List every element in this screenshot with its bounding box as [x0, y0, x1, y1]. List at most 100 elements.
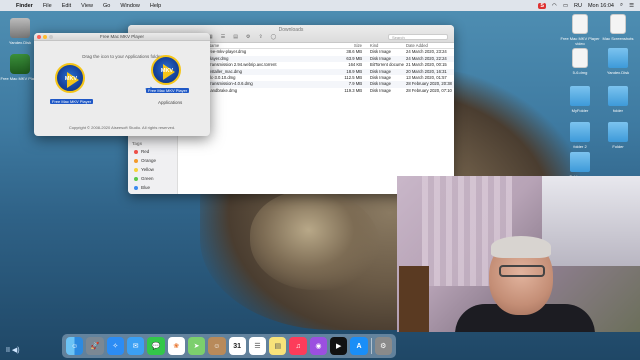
share-icon[interactable]: ⇪ [258, 34, 262, 40]
tag-dot-icon [134, 185, 138, 190]
close-icon[interactable] [37, 35, 41, 39]
desktop-icon-label: folder [612, 108, 623, 113]
control-center-icon[interactable]: ☰ [629, 3, 634, 9]
dialog-titlebar[interactable]: Free Mac MKV Player [34, 33, 210, 41]
search-input[interactable]: Search [388, 34, 448, 40]
action-gear-icon[interactable]: ⚙ [246, 34, 250, 40]
menu-item-go[interactable]: Go [103, 3, 110, 9]
view-list-icon[interactable]: ☰ [221, 34, 225, 40]
clock[interactable]: Mon 16:04 [588, 3, 614, 9]
desktop-icon-file[interactable]: Free Mac MKV Player video [560, 14, 600, 46]
column-header-kind[interactable]: Kind [366, 43, 404, 48]
tag-dot-icon [134, 158, 138, 163]
menu-item-edit[interactable]: Edit [62, 3, 71, 9]
app-badge: MKV [64, 76, 78, 82]
tag-dot-icon [134, 176, 138, 181]
tag-dot-icon [134, 167, 138, 172]
search-placeholder: Search [392, 35, 405, 40]
app-icon [10, 54, 30, 74]
dock-messages-icon[interactable]: 💬 [147, 337, 165, 355]
finder-toolbar: ▦ ☰ ▤ ⚙ ⇪ ◯ Search [208, 34, 448, 40]
dock-settings-icon[interactable]: ⚙ [374, 337, 392, 355]
folder-icon [570, 122, 590, 142]
menu-app-name[interactable]: Finder [16, 3, 33, 9]
dock-notes-icon[interactable]: ▤ [269, 337, 287, 355]
tag-orange[interactable]: Orange [134, 158, 156, 163]
column-header-date[interactable]: Date Added [404, 43, 454, 48]
dock: ☺ 🚀 ✧ ✉ 💬 ❀ ➤ ☺ 31 ☰ ▤ ♫ ◉ ▶ A ⚙ [62, 334, 396, 358]
minimize-icon[interactable] [43, 35, 47, 39]
folder-icon [570, 152, 590, 172]
cell-date: 28 February 2020, 07:10 [406, 87, 452, 93]
menu-item-view[interactable]: View [81, 3, 93, 9]
tag-green[interactable]: Green [134, 176, 154, 181]
column-header-size[interactable]: Size [334, 43, 366, 48]
drive-icon [10, 18, 30, 38]
dock-maps-icon[interactable]: ➤ [187, 337, 206, 355]
menu-item-help[interactable]: Help [150, 3, 161, 9]
dock-app-store-icon[interactable]: A [350, 337, 368, 355]
status-badge[interactable]: S [538, 2, 546, 9]
tag-blue[interactable]: Blue [134, 185, 150, 190]
menu-bar: Finder File Edit View Go Window Help S ◠… [0, 0, 640, 11]
desktop-icon-file[interactable]: 5-6.dmg [560, 48, 600, 75]
desktop-icon-folder[interactable]: Yandex.Disk [598, 48, 638, 75]
menu-status-area: S ◠ ▭ RU Mon 16:04 ⌕ ☰ [538, 2, 634, 9]
window-controls [37, 35, 53, 39]
battery-icon[interactable]: ▭ [563, 3, 568, 9]
desktop-icon-label: Mac Screenshots [602, 36, 634, 41]
applications-label: Applications [158, 100, 183, 105]
copyright-text: Copyright © 2008-2020 Aiseesoft Studio. … [68, 125, 176, 130]
webcam-overlay [397, 176, 640, 332]
app-name-label: Free Mac MKV Player [146, 88, 190, 93]
dock-reminders-icon[interactable]: ☰ [248, 337, 267, 355]
dock-calendar-icon[interactable]: 31 [228, 337, 246, 355]
table-row[interactable]: handbrake.dmg 119.3 MB Disk Image 28 Februa… [178, 88, 454, 94]
person-hair [491, 236, 551, 258]
dock-launchpad-icon[interactable]: 🚀 [86, 337, 104, 355]
desktop-icon-folder[interactable]: folder 2 [560, 122, 600, 149]
dock-music-icon[interactable]: ♫ [289, 337, 307, 355]
tag-yellow[interactable]: Yellow [134, 167, 154, 172]
tag-icon[interactable]: ◯ [271, 34, 277, 40]
video-controls[interactable]: II ◀) [6, 346, 20, 354]
folder-icon [608, 48, 628, 68]
document-icon [572, 14, 588, 34]
tag-label: Yellow [141, 167, 154, 172]
tag-label: Orange [141, 158, 157, 163]
applications-folder-icon[interactable]: MKV [151, 55, 181, 85]
desktop-icon-file[interactable]: Mac Screenshots [598, 14, 638, 41]
background-chair [399, 266, 429, 332]
dock-contacts-icon[interactable]: ☺ [208, 337, 226, 355]
desktop-icon-folder[interactable]: Folder copy [560, 152, 600, 179]
document-icon [572, 48, 588, 68]
folder-icon [608, 86, 628, 106]
group-icon[interactable]: ▤ [233, 34, 238, 40]
folder-icon [570, 86, 590, 106]
dock-podcasts-icon[interactable]: ◉ [309, 337, 328, 355]
menu-item-file[interactable]: File [43, 3, 52, 9]
menu-item-window[interactable]: Window [120, 3, 140, 9]
wifi-icon[interactable]: ◠ [552, 3, 557, 9]
dialog-title: Free Mac MKV Player [99, 34, 144, 39]
app-name-label: Free Mac MKV Player [50, 99, 94, 104]
desktop-icon-folder[interactable]: Folder [598, 122, 638, 149]
desktop-icon-label: MyFolder [571, 108, 589, 113]
tag-red[interactable]: Red [134, 149, 149, 154]
file-table: Name Size Kind Date Added free-mkv-playe… [178, 43, 454, 94]
dock-safari-icon[interactable]: ✧ [106, 337, 124, 355]
document-icon [610, 14, 626, 34]
dock-photos-icon[interactable]: ❀ [167, 337, 185, 355]
dock-tv-icon[interactable]: ▶ [330, 337, 348, 355]
dock-mail-icon[interactable]: ✉ [126, 337, 145, 355]
dock-finder-icon[interactable]: ☺ [66, 337, 84, 355]
spotlight-icon[interactable]: ⌕ [620, 2, 623, 9]
desktop-icon-folder[interactable]: MyFolder [560, 86, 600, 113]
zoom-icon[interactable] [49, 35, 53, 39]
desktop-icon-folder[interactable]: folder [598, 86, 638, 113]
mkv-player-app-icon[interactable]: MKV [55, 63, 85, 93]
dialog-instruction: Drag the icon to your Applications folde… [82, 54, 162, 59]
input-language[interactable]: RU [574, 3, 582, 9]
desktop-icon-label: Folder [612, 144, 624, 149]
tag-label: Blue [141, 185, 151, 190]
